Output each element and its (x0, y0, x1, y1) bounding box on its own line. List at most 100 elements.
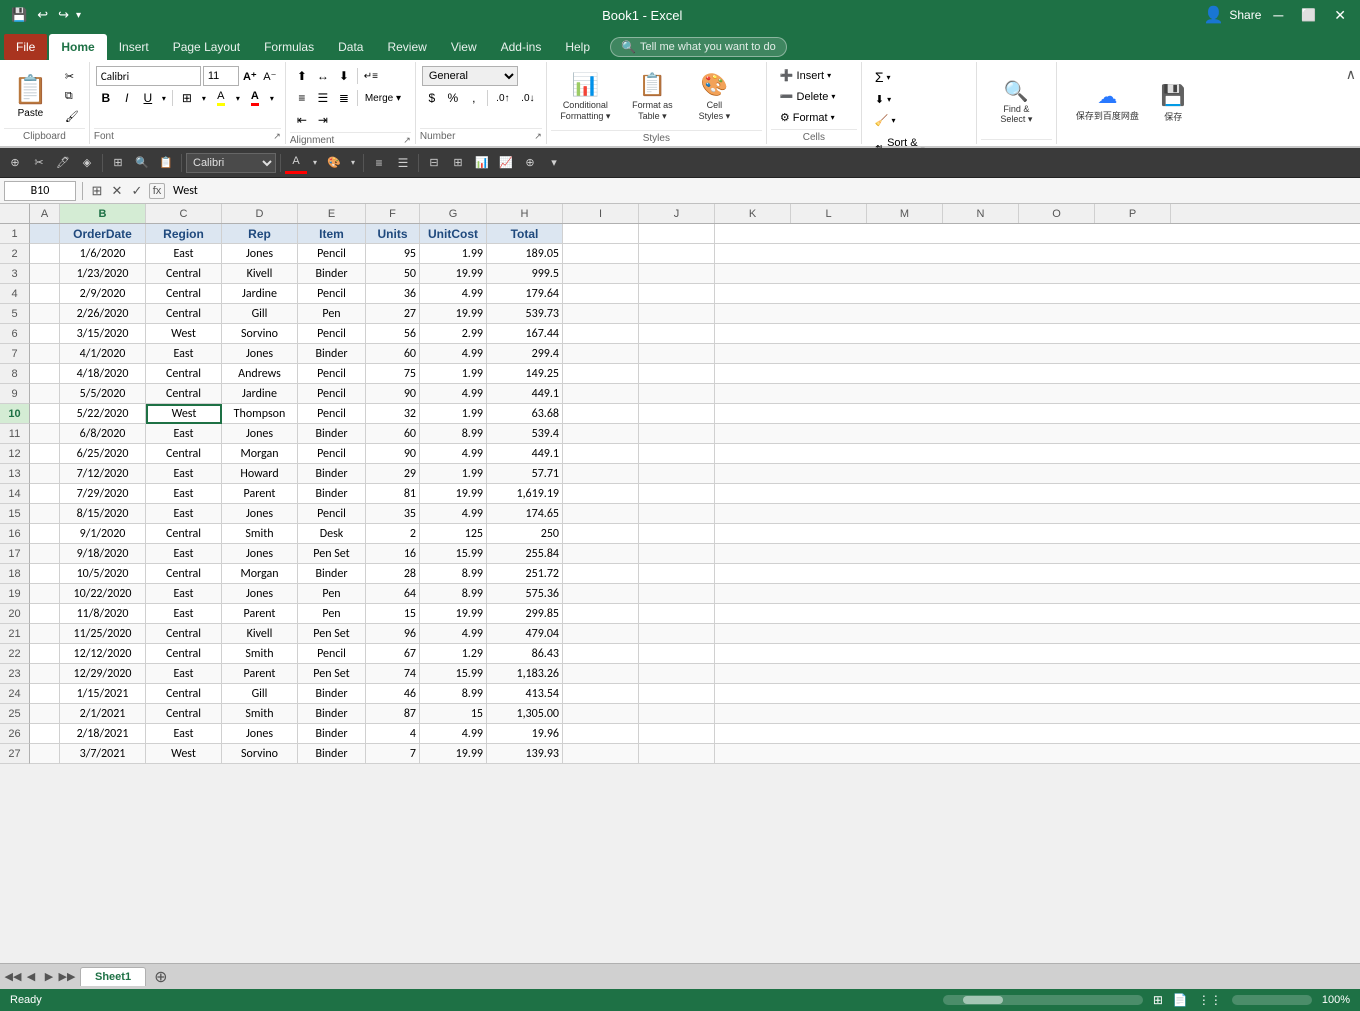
list-item[interactable]: Central (146, 524, 222, 544)
cell-empty[interactable] (639, 744, 715, 764)
tb2-highlight-btn[interactable]: 🎨 (323, 152, 345, 174)
cell-empty[interactable] (563, 524, 639, 544)
tb2-chart-btn[interactable]: 📈 (495, 152, 517, 174)
tb2-btn-5[interactable]: ⊞ (107, 152, 129, 174)
list-item[interactable]: Central (146, 304, 222, 324)
list-item[interactable]: 1.99 (420, 404, 487, 424)
cell-empty[interactable] (639, 284, 715, 304)
list-item[interactable]: 60 (366, 344, 420, 364)
list-item[interactable]: Pen Set (298, 544, 366, 564)
list-item[interactable]: 2/1/2021 (60, 704, 146, 724)
tb2-btn-3[interactable]: 🖊 (52, 152, 74, 174)
list-item[interactable]: 46 (366, 684, 420, 704)
view-page-break-button[interactable]: ⋮⋮ (1198, 993, 1222, 1007)
list-item[interactable]: 999.5 (487, 264, 563, 284)
cell-styles-button[interactable]: 🎨 CellStyles ▾ (687, 66, 742, 128)
cell-empty[interactable] (639, 364, 715, 384)
cell-empty[interactable] (563, 584, 639, 604)
baidu-save-button[interactable]: ☁ 保存到百度网盘 (1067, 72, 1148, 134)
list-item[interactable]: 2/9/2020 (60, 284, 146, 304)
list-item[interactable]: 179.64 (487, 284, 563, 304)
list-item[interactable]: 2.99 (420, 324, 487, 344)
list-item[interactable]: 539.73 (487, 304, 563, 324)
list-item[interactable]: Pen (298, 604, 366, 624)
list-item[interactable]: 1,619.19 (487, 484, 563, 504)
corner-cell[interactable] (0, 204, 30, 223)
list-item[interactable]: 74 (366, 664, 420, 684)
list-item[interactable]: East (146, 344, 222, 364)
font-name-input[interactable] (96, 66, 201, 86)
list-item[interactable]: 479.04 (487, 624, 563, 644)
cell-empty[interactable] (563, 444, 639, 464)
row-number[interactable]: 14 (0, 484, 30, 504)
list-item[interactable]: Central (146, 444, 222, 464)
list-item[interactable]: Central (146, 264, 222, 284)
list-item[interactable]: Jones (222, 724, 298, 744)
list-item[interactable]: Central (146, 284, 222, 304)
list-item[interactable]: Parent (222, 484, 298, 504)
cell-empty[interactable] (563, 564, 639, 584)
list-item[interactable]: 4.99 (420, 284, 487, 304)
list-item[interactable]: Binder (298, 424, 366, 444)
view-normal-button[interactable]: ⊞ (1153, 993, 1163, 1007)
list-item[interactable]: East (146, 424, 222, 444)
sheet-nav-prev[interactable]: ◀ (22, 968, 40, 986)
format-as-table-button[interactable]: 📋 Format asTable ▾ (620, 66, 685, 128)
list-item[interactable]: West (146, 404, 222, 424)
row-number[interactable]: 22 (0, 644, 30, 664)
list-item[interactable]: 29 (366, 464, 420, 484)
cell-empty[interactable] (563, 744, 639, 764)
row-number[interactable]: 23 (0, 664, 30, 684)
cell-a[interactable] (30, 344, 60, 364)
tab-page-layout[interactable]: Page Layout (161, 34, 252, 60)
cell-empty[interactable] (563, 324, 639, 344)
cell-empty[interactable] (639, 424, 715, 444)
font-shrink-button[interactable]: A⁻ (261, 67, 279, 85)
list-item[interactable]: East (146, 664, 222, 684)
list-item[interactable]: 3/15/2020 (60, 324, 146, 344)
list-item[interactable]: West (146, 744, 222, 764)
list-item[interactable]: Central (146, 644, 222, 664)
list-item[interactable]: Central (146, 364, 222, 384)
format-painter-button[interactable]: 🖌 (59, 107, 85, 126)
cancel-formula-icon[interactable]: ✕ (109, 183, 125, 199)
list-item[interactable]: East (146, 484, 222, 504)
list-item[interactable]: 449.1 (487, 444, 563, 464)
border-button[interactable]: ⊞ (176, 88, 198, 108)
row-number[interactable]: 6 (0, 324, 30, 344)
cell-empty[interactable] (563, 244, 639, 264)
row-number[interactable]: 26 (0, 724, 30, 744)
comma-button[interactable]: , (464, 88, 484, 108)
number-format-dropdown[interactable] (520, 66, 530, 86)
list-item[interactable]: 7/29/2020 (60, 484, 146, 504)
cut-button[interactable]: ✂ (59, 67, 85, 86)
find-select-button[interactable]: 🔍 Find &Select ▾ (995, 74, 1037, 130)
list-item[interactable]: 251.72 (487, 564, 563, 584)
cell-empty[interactable] (563, 404, 639, 424)
list-item[interactable]: Sorvino (222, 324, 298, 344)
view-layout-button[interactable]: 📄 (1173, 993, 1188, 1007)
cell-b1[interactable]: OrderDate (60, 224, 146, 244)
list-item[interactable]: 86.43 (487, 644, 563, 664)
list-item[interactable]: 56 (366, 324, 420, 344)
tb2-table-btn[interactable]: 📊 (471, 152, 493, 174)
underline-dropdown[interactable]: ▾ (159, 88, 169, 108)
list-item[interactable]: Jones (222, 424, 298, 444)
list-item[interactable]: 7 (366, 744, 420, 764)
cell-empty[interactable] (639, 544, 715, 564)
row-number[interactable]: 27 (0, 744, 30, 764)
list-item[interactable]: 7/12/2020 (60, 464, 146, 484)
list-item[interactable]: 1.99 (420, 464, 487, 484)
list-item[interactable]: Kivell (222, 624, 298, 644)
minimize-button[interactable]: ─ (1267, 7, 1289, 23)
cell-empty[interactable] (563, 604, 639, 624)
percent-button[interactable]: % (443, 88, 463, 108)
cell-empty[interactable] (639, 344, 715, 364)
cell-a[interactable] (30, 484, 60, 504)
accounting-format-button[interactable]: $ (422, 88, 442, 108)
cell-a[interactable] (30, 384, 60, 404)
cell-a[interactable] (30, 304, 60, 324)
list-item[interactable]: 449.1 (487, 384, 563, 404)
list-item[interactable]: Kivell (222, 264, 298, 284)
list-item[interactable]: 5/22/2020 (60, 404, 146, 424)
